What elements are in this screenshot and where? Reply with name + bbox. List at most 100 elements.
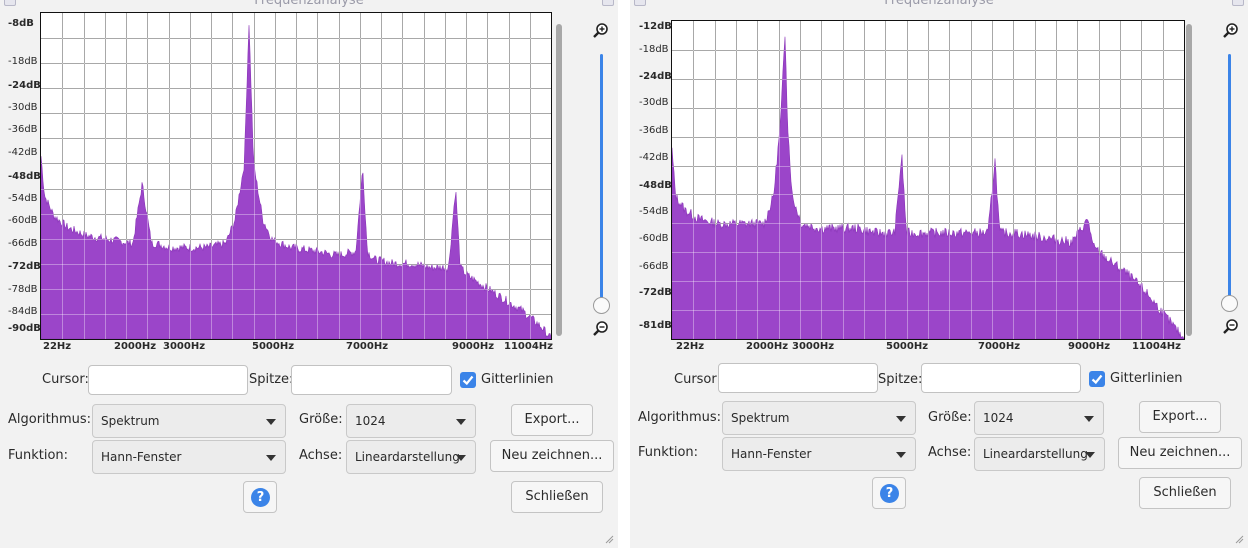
zoom-slider-knob[interactable] [593,297,610,314]
chevron-down-icon [896,452,906,458]
close-button[interactable]: Schließen [511,481,603,513]
chevron-down-icon [1085,452,1095,458]
algorithm-select[interactable]: Spektrum [92,404,286,438]
export-button[interactable]: Export... [1139,401,1221,433]
y-axis-tick-label: -72dB [8,261,41,272]
help-icon: ? [251,488,270,507]
x-axis-tick-label: 7000Hz [346,341,389,352]
x-axis-tick-label: 22Hz [43,341,72,352]
peak-field[interactable] [921,363,1081,393]
cursor-field[interactable] [718,363,878,393]
help-button[interactable]: ? [872,477,906,509]
y-axis-tick-label: -24dB [8,80,41,91]
help-button[interactable]: ? [243,481,277,513]
x-axis-tick-label: 22Hz [676,341,705,352]
y-axis-tick-label: -81dB [639,320,672,331]
zoom-slider-track[interactable] [600,54,603,298]
axis-select[interactable]: Lineardarstellung [974,437,1105,471]
algorithm-select-value: Spektrum [101,414,160,428]
axis-label: Achse: [299,448,343,463]
function-select[interactable]: Hann-Fenster [92,440,286,474]
function-label: Funktion: [638,445,699,460]
y-axis-tick-label: -60dB [8,215,38,226]
spectrum-plot[interactable] [671,20,1185,340]
zoom-slider-knob[interactable] [1221,295,1238,312]
checkmark-icon [1091,374,1103,385]
spectrum-chart [41,13,551,339]
chevron-down-icon [1084,416,1094,422]
y-axis-tick-label: -48dB [8,171,41,182]
peak-label: Spitze: [878,372,923,387]
size-select[interactable]: 1024 [974,401,1104,435]
y-axis-tick-label: -78dB [8,284,38,295]
grid-checkbox[interactable] [460,372,476,388]
y-axis-tick-label: -42dB [639,152,669,163]
peak-label: Spitze: [249,372,294,387]
x-axis-tick-label: 3000Hz [792,341,835,352]
y-axis-tick-label: -30dB [639,97,669,108]
window-menu-icon[interactable] [4,0,16,6]
left-frequency-analysis-window: Frequenzanalyse -8dB -18dB -24dB -30dB -36dB… [0,0,618,548]
window-menu-icon[interactable] [634,0,646,6]
x-axis-tick-label: 2000Hz [746,341,789,352]
zoom-out-icon[interactable] [1222,318,1240,336]
x-axis-tick-label: 7000Hz [978,341,1021,352]
size-select-value: 1024 [355,414,386,428]
y-axis-tick-label: -24dB [639,71,672,82]
y-axis-tick-label: -66dB [8,238,38,249]
chevron-down-icon [896,416,906,422]
vertical-scrollbar[interactable] [556,24,562,336]
vertical-scrollbar[interactable] [1186,24,1192,336]
y-axis-tick-label: -60dB [639,233,669,244]
y-axis-tick-label: -54dB [8,193,38,204]
x-axis-tick-label: 11004Hz [504,341,553,352]
zoom-slider-track[interactable] [1228,54,1231,298]
peak-field[interactable] [291,365,452,395]
axis-select-value: Lineardarstellung [355,450,460,464]
window-title: Frequenzanalyse [884,0,994,8]
replot-button[interactable]: Neu zeichnen... [1118,437,1242,469]
cursor-label: Cursor: [42,372,89,387]
grid-checkbox-label: Gitterlinien [1110,371,1183,386]
function-select[interactable]: Hann-Fenster [722,437,916,471]
function-label: Funktion: [8,448,69,463]
axis-select[interactable]: Lineardarstellung [346,440,476,474]
zoom-in-icon[interactable] [1222,22,1240,40]
chevron-down-icon [266,455,276,461]
window-close-icon[interactable] [602,0,614,6]
close-button[interactable]: Schließen [1139,477,1231,509]
window-close-icon[interactable] [1232,0,1244,6]
algorithm-select[interactable]: Spektrum [722,401,916,435]
axis-select-value: Lineardarstellung [983,447,1088,461]
size-select-value: 1024 [983,411,1014,425]
x-axis-tick-label: 5000Hz [886,341,929,352]
size-label: Größe: [299,412,343,427]
y-axis-tick-label: -42dB [8,147,38,158]
y-axis-tick-label: -54dB [639,206,669,217]
replot-button[interactable]: Neu zeichnen... [490,440,614,472]
y-axis-tick-label: -90dB [8,323,41,334]
window-title: Frequenzanalyse [254,0,364,8]
grid-checkbox[interactable] [1089,371,1105,387]
x-axis-tick-label: 9000Hz [1068,341,1111,352]
x-axis-tick-label: 3000Hz [163,341,206,352]
y-axis-tick-label: -36dB [639,125,669,136]
spectrum-plot[interactable] [40,12,552,340]
size-select[interactable]: 1024 [346,404,476,438]
algorithm-label: Algorithmus: [8,412,92,427]
y-axis-tick-label: -30dB [8,102,38,113]
size-label: Größe: [928,410,972,425]
zoom-out-icon[interactable] [592,320,610,338]
export-button[interactable]: Export... [511,404,593,436]
right-frequency-analysis-window: Frequenzanalyse -12dB -18dB -24dB -30dB -36d… [630,0,1248,548]
algorithm-select-value: Spektrum [731,411,790,425]
resize-grip-icon[interactable] [604,534,614,544]
x-axis-tick-label: 2000Hz [114,341,157,352]
checkmark-icon [462,375,474,386]
y-axis-tick-label: -66dB [639,261,669,272]
resize-grip-icon[interactable] [1234,534,1244,544]
cursor-field[interactable] [88,365,248,395]
axis-label: Achse: [928,445,972,460]
function-select-value: Hann-Fenster [101,450,182,464]
zoom-in-icon[interactable] [592,22,610,40]
